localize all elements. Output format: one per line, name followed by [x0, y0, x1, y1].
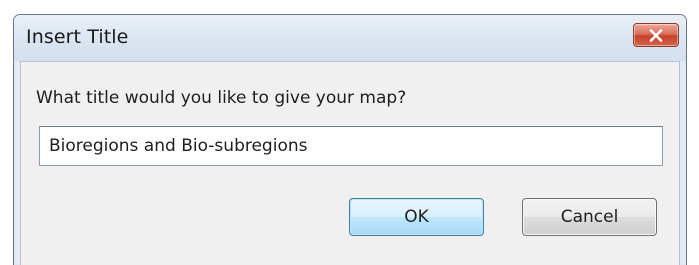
prompt-label: What title would you like to give your m… [36, 88, 407, 108]
insert-title-dialog: Insert Title What title would you like t… [13, 14, 687, 265]
close-button[interactable] [633, 23, 679, 47]
window-title: Insert Title [26, 26, 129, 48]
title-input[interactable] [39, 126, 663, 166]
screen: Insert Title What title would you like t… [0, 0, 699, 265]
ok-button[interactable]: OK [349, 198, 484, 236]
title-bar[interactable]: Insert Title [14, 15, 686, 61]
close-icon [649, 29, 663, 42]
cancel-button[interactable]: Cancel [522, 198, 657, 236]
dialog-body: What title would you like to give your m… [20, 61, 680, 265]
